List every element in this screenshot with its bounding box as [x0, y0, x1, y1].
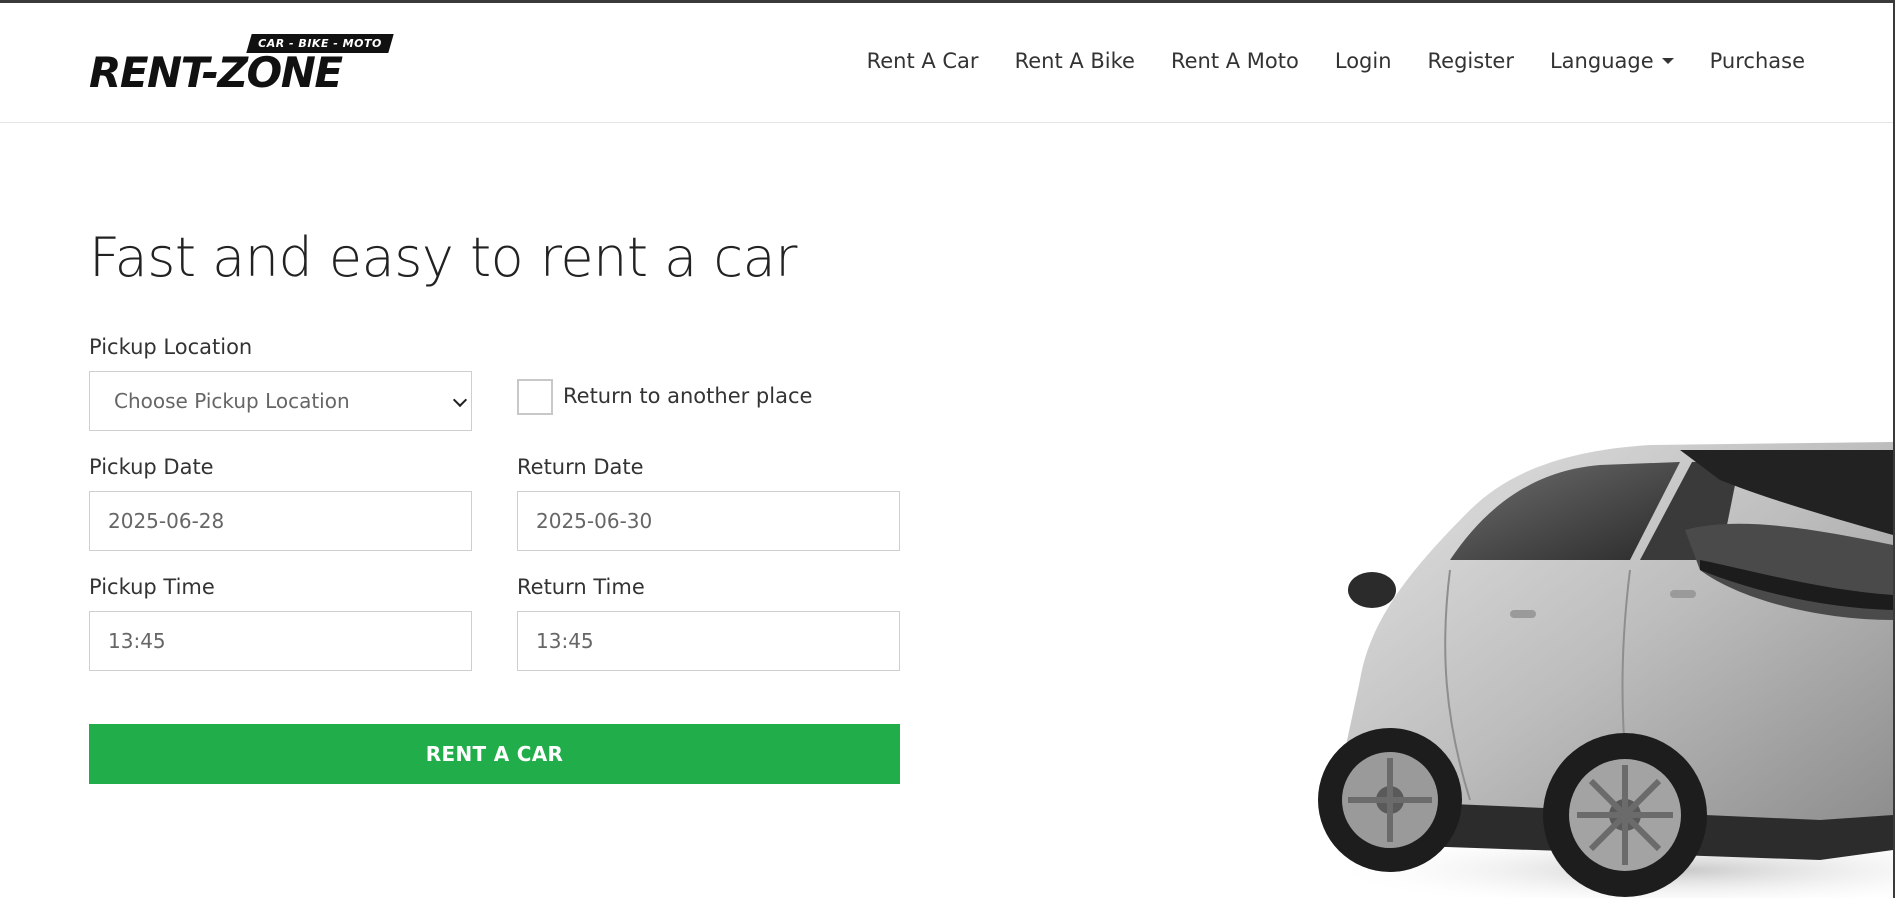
return-other-checkbox[interactable]	[517, 379, 553, 415]
nav-rent-a-moto[interactable]: Rent A Moto	[1171, 49, 1299, 73]
car-image	[1318, 442, 1893, 898]
pickup-location-label: Pickup Location	[89, 335, 253, 359]
caret-down-icon	[1661, 58, 1674, 64]
nav-language-label: Language	[1549, 49, 1654, 73]
site-header: CAR - BIKE - MOTO RENT-ZONE Rent A Car R…	[0, 3, 1893, 123]
nav-register[interactable]: Register	[1428, 49, 1514, 73]
rent-a-car-button[interactable]: RENT A CAR	[89, 724, 900, 784]
return-date-input[interactable]: 2025-06-30	[517, 491, 900, 551]
nav-language-dropdown[interactable]: Language	[1550, 49, 1674, 73]
rent-zone-logo[interactable]: CAR - BIKE - MOTO RENT-ZONE	[89, 32, 394, 97]
return-time-input[interactable]: 13:45	[517, 611, 900, 671]
return-time-label: Return Time	[517, 575, 645, 599]
chevron-down-icon	[452, 392, 468, 408]
pickup-date-label: Pickup Date	[89, 455, 214, 479]
return-other-label[interactable]: Return to another place	[563, 384, 812, 408]
nav-rent-a-bike[interactable]: Rent A Bike	[1015, 49, 1135, 73]
nav-rent-a-car[interactable]: Rent A Car	[867, 49, 979, 73]
logo-wordmark: RENT-ZONE	[89, 48, 343, 97]
pickup-time-label: Pickup Time	[89, 575, 215, 599]
main-nav: Rent A Car Rent A Bike Rent A Moto Login…	[831, 49, 1805, 73]
pickup-date-input[interactable]: 2025-06-28	[89, 491, 472, 551]
page-title: Fast and easy to rent a car	[89, 226, 797, 289]
nav-login[interactable]: Login	[1335, 49, 1392, 73]
pickup-location-value: Choose Pickup Location	[114, 389, 350, 413]
pickup-time-input[interactable]: 13:45	[89, 611, 472, 671]
pickup-location-select[interactable]: Choose Pickup Location	[89, 371, 472, 431]
nav-purchase[interactable]: Purchase	[1710, 49, 1805, 73]
return-date-label: Return Date	[517, 455, 644, 479]
